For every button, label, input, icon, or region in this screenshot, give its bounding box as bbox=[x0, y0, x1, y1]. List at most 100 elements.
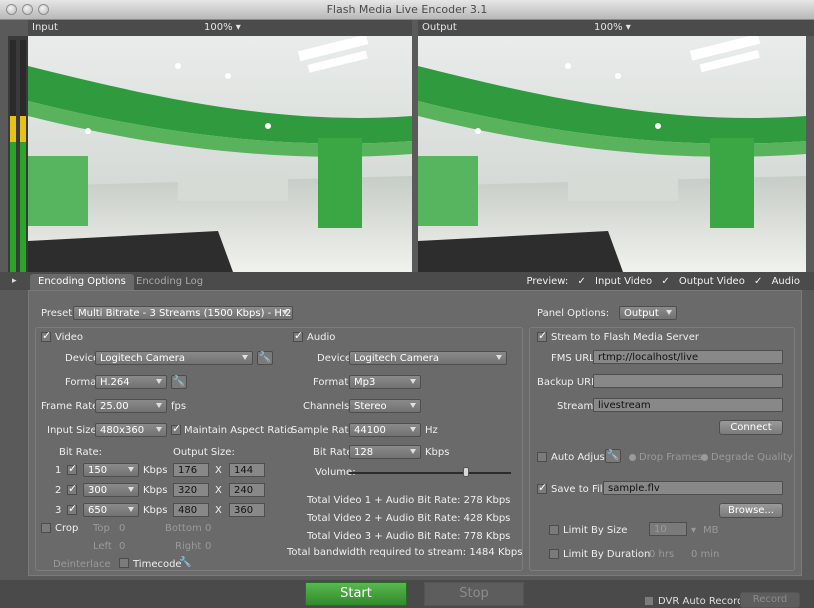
window-title: Flash Media Live Encoder 3.1 bbox=[326, 3, 488, 16]
stream-name-input[interactable]: livestream bbox=[593, 398, 783, 412]
volume-slider-thumb[interactable] bbox=[462, 467, 469, 477]
total-video-3: Total Video 3 + Audio Bit Rate: 778 Kbps bbox=[307, 531, 511, 542]
limit-by-size-checkbox[interactable] bbox=[549, 525, 559, 535]
preview-output-video-checkbox[interactable]: ✓ Output Video bbox=[661, 276, 745, 287]
audio-format-select[interactable]: Mp3 bbox=[349, 375, 421, 389]
stream-to-fms-label: Stream to Flash Media Server bbox=[551, 332, 699, 343]
timecode-checkbox[interactable] bbox=[119, 558, 129, 568]
stream-3-bitrate-select[interactable]: 650 bbox=[83, 503, 139, 517]
title-bar: Flash Media Live Encoder 3.1 bbox=[0, 0, 814, 20]
preview-options: Preview: ✓ Input Video ✓ Output Video ✓ … bbox=[521, 276, 800, 287]
audio-device-select[interactable]: Logitech Camera bbox=[349, 351, 507, 365]
encoding-options-panel: Preset: Multi Bitrate - 3 Streams (1500 … bbox=[28, 290, 802, 576]
backup-url-input[interactable] bbox=[593, 374, 783, 388]
video-device-select[interactable]: Logitech Camera bbox=[95, 351, 253, 365]
start-button[interactable]: Start bbox=[305, 582, 407, 606]
fms-url-input[interactable]: rtmp://localhost/live bbox=[593, 350, 783, 364]
crop-top-label: Top bbox=[93, 523, 110, 534]
stream-1-bitrate-select[interactable]: 150 bbox=[83, 463, 139, 477]
limit-by-duration-label: Limit By Duration bbox=[563, 549, 651, 560]
auto-adjust-checkbox[interactable] bbox=[537, 452, 547, 462]
hz-unit: Hz bbox=[425, 425, 438, 436]
crop-top-value[interactable]: 0 bbox=[119, 523, 125, 534]
channels-select[interactable]: Stereo bbox=[349, 399, 421, 413]
record-button[interactable]: Record bbox=[740, 592, 800, 608]
timecode-wrench-icon[interactable]: 🔧 bbox=[179, 557, 191, 568]
stream-to-fms-checkbox[interactable] bbox=[537, 329, 547, 342]
frame-rate-select[interactable]: 25.00 bbox=[95, 399, 167, 413]
stream-3-checkbox[interactable] bbox=[67, 502, 77, 515]
preview-audio-checkbox[interactable]: ✓ Audio bbox=[754, 276, 800, 287]
stream-1-height-input[interactable]: 144 bbox=[229, 463, 265, 477]
video-checkbox[interactable] bbox=[41, 329, 51, 342]
stream-2-number: 2 bbox=[55, 485, 62, 496]
bit-rate-header: Bit Rate: bbox=[59, 447, 103, 458]
sample-rate-select[interactable]: 44100 bbox=[349, 423, 421, 437]
stream-1-number: 1 bbox=[55, 465, 62, 476]
stream-1-checkbox[interactable] bbox=[67, 462, 77, 475]
disclosure-triangle-icon[interactable]: ▸ bbox=[12, 276, 17, 286]
output-zoom-select[interactable]: 100% ▾ bbox=[594, 22, 631, 33]
audio-checkbox[interactable] bbox=[293, 329, 303, 342]
total-video-1: Total Video 1 + Audio Bit Rate: 278 Kbps bbox=[307, 495, 511, 506]
auto-adjust-wrench-icon[interactable]: 🔧 bbox=[605, 449, 621, 463]
crop-left-value[interactable]: 0 bbox=[119, 541, 125, 552]
tab-encoding-options[interactable]: Encoding Options bbox=[30, 274, 134, 290]
stream-2-bitrate-select[interactable]: 300 bbox=[83, 483, 139, 497]
total-video-2: Total Video 2 + Audio Bit Rate: 428 Kbps bbox=[307, 513, 511, 524]
save-to-file-checkbox[interactable] bbox=[537, 481, 547, 494]
maintain-aspect-label: Maintain Aspect Ratio bbox=[184, 425, 294, 436]
browse-button[interactable]: Browse... bbox=[719, 503, 783, 518]
output-header: Output 100% ▾ bbox=[418, 20, 814, 36]
preset-label: Preset: bbox=[41, 308, 76, 319]
tab-encoding-log[interactable]: Encoding Log bbox=[128, 274, 211, 290]
output-size-header: Output Size: bbox=[173, 447, 235, 458]
input-size-select[interactable]: 480x360 bbox=[95, 423, 167, 437]
maintain-aspect-checkbox[interactable] bbox=[171, 422, 181, 435]
audio-kbps-unit: Kbps bbox=[425, 447, 450, 458]
panel-options-select[interactable]: Output bbox=[619, 306, 677, 320]
crop-right-value[interactable]: 0 bbox=[205, 541, 211, 552]
stream-2-checkbox[interactable] bbox=[67, 482, 77, 495]
volume-slider-track[interactable] bbox=[349, 472, 511, 474]
degrade-quality-label: Degrade Quality bbox=[711, 452, 793, 463]
crop-right-label: Right bbox=[175, 541, 202, 552]
input-zoom-select[interactable]: 100% ▾ bbox=[204, 22, 241, 33]
limit-by-duration-checkbox[interactable] bbox=[549, 549, 559, 559]
stream-2-height-input[interactable]: 240 bbox=[229, 483, 265, 497]
connect-button[interactable]: Connect bbox=[719, 420, 783, 435]
stream-1-x: X bbox=[215, 465, 222, 476]
preview-input-video-checkbox[interactable]: ✓ Input Video bbox=[577, 276, 652, 287]
stream-1-width-input[interactable]: 176 bbox=[173, 463, 209, 477]
crop-label: Crop bbox=[55, 523, 79, 534]
preset-select[interactable]: Multi Bitrate - 3 Streams (1500 Kbps) - … bbox=[73, 306, 293, 320]
audio-bit-rate-select[interactable]: 128 bbox=[349, 445, 421, 459]
crop-bottom-value[interactable]: 0 bbox=[205, 523, 211, 534]
stop-button[interactable]: Stop bbox=[424, 582, 524, 606]
limit-size-value[interactable]: 10 bbox=[649, 522, 687, 536]
auto-adjust-label: Auto Adjust bbox=[551, 452, 609, 463]
stream-3-width-input[interactable]: 480 bbox=[173, 503, 209, 517]
fms-url-label: FMS URL: bbox=[551, 353, 599, 364]
audio-meter-left bbox=[10, 40, 16, 272]
backup-url-label: Backup URL: bbox=[537, 377, 601, 388]
preview-label: Preview: bbox=[526, 276, 569, 287]
stream-name-label: Stream: bbox=[557, 401, 597, 412]
degrade-quality-radio[interactable] bbox=[701, 454, 708, 461]
duration-hours[interactable]: 0 hrs bbox=[649, 549, 674, 560]
save-file-input[interactable]: sample.flv bbox=[603, 481, 783, 495]
channels-label: Channels: bbox=[303, 401, 353, 412]
stream-2-width-input[interactable]: 320 bbox=[173, 483, 209, 497]
video-format-select[interactable]: H.264 bbox=[95, 375, 167, 389]
drop-frames-radio[interactable] bbox=[629, 454, 636, 461]
video-format-settings-wrench-icon[interactable]: 🔧 bbox=[171, 375, 187, 389]
duration-minutes[interactable]: 0 min bbox=[691, 549, 719, 560]
limit-size-stepper-icon[interactable]: ▾ bbox=[691, 525, 696, 536]
crop-checkbox[interactable] bbox=[41, 523, 51, 533]
dvr-auto-record-label: DVR Auto Record bbox=[658, 596, 744, 607]
deinterlace-label[interactable]: Deinterlace bbox=[53, 559, 111, 570]
video-device-settings-wrench-icon[interactable]: 🔧 bbox=[257, 351, 273, 365]
audio-meter-right bbox=[20, 40, 26, 272]
stream-3-height-input[interactable]: 360 bbox=[229, 503, 265, 517]
dvr-auto-record-checkbox[interactable] bbox=[644, 596, 654, 606]
